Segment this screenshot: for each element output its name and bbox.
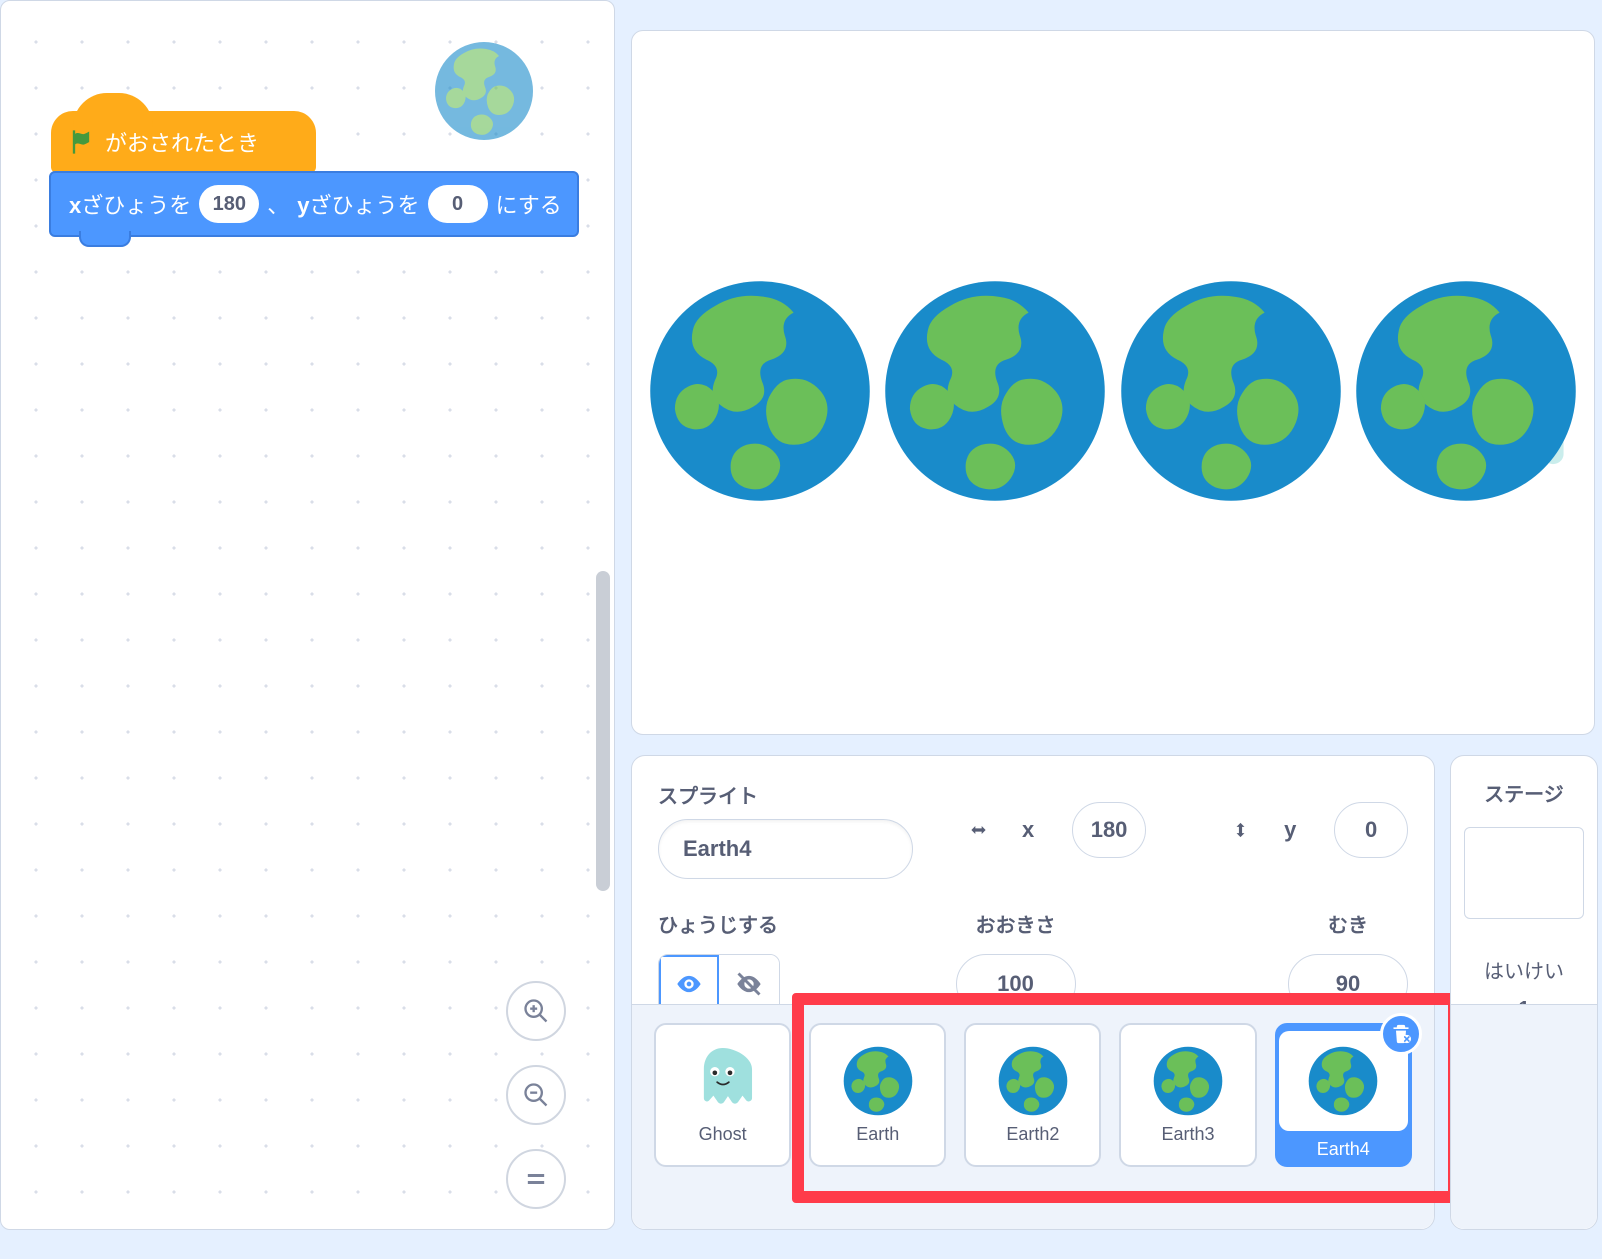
- sprite-section-label: スプライト: [658, 780, 913, 809]
- motion-x-input[interactable]: 180: [199, 185, 259, 223]
- zoom-reset-button[interactable]: [506, 1149, 566, 1209]
- stage-sprite-earth-1[interactable]: [648, 279, 872, 503]
- scripts-panel[interactable]: がおされたとき xざひょうを 180 、 yざひょうを 0 にする: [0, 0, 615, 1230]
- sprite-name-input[interactable]: [658, 819, 913, 879]
- motion-x-letter: x: [69, 193, 81, 218]
- stage-title: ステージ: [1484, 778, 1564, 807]
- stage-sprite-earth-3[interactable]: [1119, 279, 1343, 503]
- when-flag-clicked-block[interactable]: がおされたとき: [51, 111, 316, 173]
- motion-word-2: ざひょうを: [310, 193, 420, 218]
- sprite-tile-label: Earth: [856, 1124, 899, 1145]
- sprite-info-panel: スプライト x 180 y 0 ひょうじする: [631, 755, 1435, 1230]
- eye-hide-icon: [735, 970, 763, 998]
- trash-icon: [1391, 1024, 1411, 1044]
- sprite-tile-label: Ghost: [699, 1124, 747, 1145]
- hat-block-label: がおされたとき: [105, 126, 259, 158]
- direction-label: むき: [1328, 909, 1368, 938]
- zoom-in-icon: [522, 997, 550, 1025]
- motion-y-input[interactable]: 0: [428, 185, 488, 223]
- eye-show-icon: [675, 970, 703, 998]
- sprite-tile-label: Earth2: [1006, 1124, 1059, 1145]
- stage-panel: ステージ はいけい 1: [1450, 755, 1598, 1230]
- block-stack[interactable]: がおされたとき xざひょうを 180 、 yざひょうを 0 にする: [51, 111, 579, 237]
- earth-icon: [843, 1046, 913, 1116]
- backdrop-thumbnail[interactable]: [1464, 827, 1584, 919]
- earth-icon: [998, 1046, 1068, 1116]
- sprite-tile-earth4[interactable]: Earth4: [1275, 1023, 1412, 1167]
- sprite-tile-earth[interactable]: Earth: [809, 1023, 946, 1167]
- sprite-x-input[interactable]: 180: [1072, 802, 1146, 858]
- motion-y-letter: y: [297, 193, 309, 218]
- y-letter: y: [1284, 817, 1296, 843]
- scripts-scrollbar[interactable]: [596, 571, 610, 891]
- green-flag-icon: [67, 128, 95, 156]
- sprite-tile-earth3[interactable]: Earth3: [1119, 1023, 1256, 1167]
- zoom-reset-icon: [522, 1165, 550, 1193]
- stage-sprite-earth-4[interactable]: [1354, 279, 1578, 503]
- sprite-tile-label: Earth4: [1317, 1139, 1370, 1160]
- sprite-list: Ghost Earth Earth2 Earth3 Earth4: [632, 1004, 1434, 1229]
- sprite-tile-earth2[interactable]: Earth2: [964, 1023, 1101, 1167]
- sprite-tile-ghost[interactable]: Ghost: [654, 1023, 791, 1167]
- motion-separator: 、: [267, 188, 289, 220]
- sprite-y-input[interactable]: 0: [1334, 802, 1408, 858]
- sprite-tile-label: Earth3: [1162, 1124, 1215, 1145]
- delete-sprite-button[interactable]: [1380, 1013, 1422, 1055]
- size-label: おおきさ: [976, 909, 1056, 938]
- stage[interactable]: [631, 30, 1595, 735]
- zoom-out-icon: [522, 1081, 550, 1109]
- stage-panel-footer: [1451, 1004, 1597, 1229]
- ghost-icon: [688, 1046, 758, 1116]
- zoom-in-button[interactable]: [506, 981, 566, 1041]
- horizontal-arrows-icon: [969, 817, 988, 843]
- goto-xy-block[interactable]: xざひょうを 180 、 yざひょうを 0 にする: [49, 171, 579, 237]
- motion-word-1: ざひょうを: [81, 193, 191, 218]
- backdrop-label: はいけい: [1484, 955, 1564, 984]
- show-label: ひょうじする: [658, 909, 780, 938]
- zoom-out-button[interactable]: [506, 1065, 566, 1125]
- earth-icon: [1153, 1046, 1223, 1116]
- earth-icon: [1308, 1046, 1378, 1116]
- stage-sprite-earth-2[interactable]: [883, 279, 1107, 503]
- x-letter: x: [1022, 817, 1034, 843]
- motion-suffix: にする: [496, 188, 562, 220]
- vertical-arrows-icon: [1231, 817, 1250, 843]
